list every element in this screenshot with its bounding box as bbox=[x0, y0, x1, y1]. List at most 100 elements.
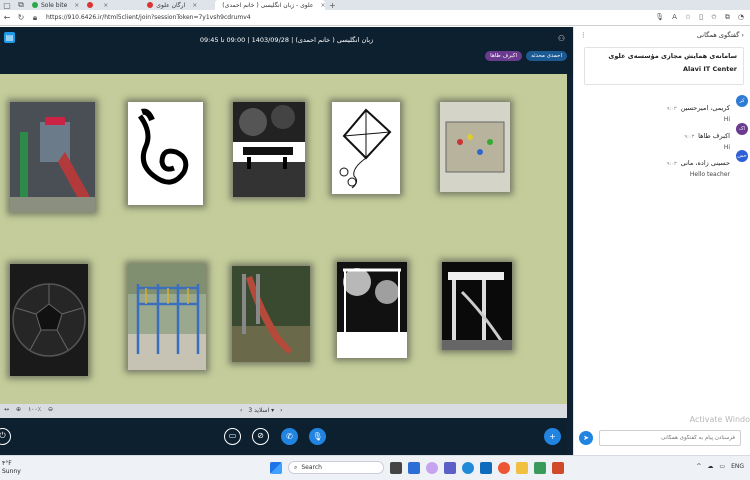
collections-icon[interactable]: ⧉ bbox=[725, 13, 730, 22]
close-icon[interactable]: × bbox=[74, 2, 79, 9]
slide-navigation-bar: ↔ ⊕ ۱۰۰٪ ⊖ ‹ اسلاید 3 ▾ › bbox=[0, 404, 567, 418]
fit-width-icon[interactable]: ↔ bbox=[4, 406, 9, 413]
task-view-icon[interactable] bbox=[390, 461, 402, 474]
slide-pager: ‹ اسلاید 3 ▾ › bbox=[240, 407, 283, 414]
meeting-app: ▤ زبان انگلیسی ( خانم احمدی) | 1403/09/2… bbox=[0, 27, 573, 455]
climbing-frame-image bbox=[128, 264, 206, 370]
battery-icon[interactable]: ▭ bbox=[719, 463, 725, 470]
weather-widget[interactable]: ۴°F Sunny bbox=[2, 460, 21, 476]
message-time: ۹:۰۳ bbox=[666, 106, 677, 112]
favicon-icon bbox=[32, 2, 38, 8]
presentation-slide bbox=[0, 74, 567, 404]
leave-icon[interactable]: ⏻ bbox=[0, 428, 11, 445]
favorites-bar-icon[interactable]: ✩ bbox=[711, 13, 717, 22]
chrome-icon[interactable] bbox=[498, 461, 510, 474]
slide-image bbox=[232, 266, 310, 362]
tab-actions-icon[interactable]: ▢ bbox=[0, 1, 14, 10]
sender-name: کریمی، امیرحسین bbox=[680, 104, 730, 112]
chat-title: گفتگوی همگانی › bbox=[696, 31, 744, 39]
zoom-out-icon[interactable]: ⊖ bbox=[48, 406, 53, 413]
park-bench-image bbox=[233, 102, 305, 197]
language-indicator[interactable]: ENG bbox=[731, 463, 744, 470]
new-tab-icon[interactable]: + bbox=[325, 1, 339, 10]
browser-toolbar: 🎙︎ A ☆ ▯ ✩ ⧉ ◔ bbox=[655, 13, 744, 22]
copilot-icon[interactable] bbox=[426, 461, 438, 474]
zoom-in-icon[interactable]: ⊕ bbox=[16, 406, 21, 413]
outlook-icon[interactable] bbox=[480, 461, 492, 474]
soccer-ball-image bbox=[10, 264, 88, 376]
search-icon: ⌕ bbox=[294, 463, 298, 471]
message-text: Hello teacher bbox=[689, 171, 730, 178]
mic-icon[interactable]: 🎙︎ bbox=[655, 13, 664, 22]
prev-slide-icon[interactable]: ‹ bbox=[240, 407, 242, 414]
zoom-level: ۱۰۰٪ bbox=[28, 406, 41, 413]
browser-tab-active[interactable]: علوی - زبان انگلیسی ( خانم احمدی) × bbox=[215, 0, 326, 10]
kite-image bbox=[332, 102, 400, 194]
file-explorer-icon[interactable] bbox=[516, 461, 528, 474]
chat-panel: ⋮ گفتگوی همگانی › سامانه‌ی همایش مجازی م… bbox=[573, 27, 750, 455]
presenter-pill[interactable]: احمدی محدثه bbox=[526, 51, 567, 61]
chat-message: حس حسینی زاده، مانی۹:۰۳ Hello teacher bbox=[590, 150, 748, 178]
avatar: اک bbox=[736, 123, 748, 135]
screen-share-icon[interactable]: ▭ bbox=[224, 428, 241, 445]
browser-tab[interactable]: × bbox=[83, 0, 143, 10]
cloud-icon[interactable]: ☁ bbox=[707, 463, 713, 470]
lock-icon: 🔒︎ bbox=[32, 12, 38, 22]
system-tray: ^ ☁ ▭ ENG bbox=[696, 463, 744, 470]
sender-name: اکبرف طاها bbox=[698, 132, 730, 140]
browser-tab[interactable]: Sole bite × bbox=[28, 0, 83, 10]
address-bar: ← ↻ 🔒︎ https://910.6426.ir/html5client/j… bbox=[0, 10, 750, 26]
chat-input[interactable] bbox=[599, 430, 741, 446]
camera-off-icon[interactable]: ⊘ bbox=[252, 428, 269, 445]
chat-header: ⋮ گفتگوی همگانی › bbox=[574, 27, 750, 43]
add-actions-icon[interactable]: + bbox=[544, 428, 561, 445]
message-time: ۹:۰۳ bbox=[684, 134, 695, 140]
taskbar-apps: ⌕ Search bbox=[270, 461, 564, 474]
send-icon[interactable]: ➤ bbox=[579, 431, 593, 445]
slide-select[interactable]: اسلاید 3 ▾ bbox=[248, 407, 274, 414]
meeting-controls-bar: ⏻ ▭ ⊘ ✆ 🎙︎ + bbox=[0, 418, 567, 455]
favorite-icon[interactable]: ☆ bbox=[685, 13, 691, 22]
profile-icon[interactable]: ◔ bbox=[738, 13, 744, 22]
phone-icon[interactable]: ✆ bbox=[281, 428, 298, 445]
swing-image bbox=[337, 262, 407, 358]
tab-list-icon[interactable]: ⧉ bbox=[14, 0, 28, 10]
avatar: حس bbox=[736, 150, 748, 162]
sandbox-image bbox=[440, 102, 510, 192]
message-text: Hi bbox=[723, 116, 730, 123]
read-aloud-icon[interactable]: A bbox=[672, 13, 677, 22]
meeting-title: زبان انگلیسی ( خانم احمدی) | 1403/09/28 … bbox=[199, 36, 374, 44]
url-field[interactable]: https://910.6426.ir/html5client/join?ses… bbox=[46, 14, 251, 21]
person-add-icon[interactable]: ⚇ bbox=[558, 34, 565, 43]
sender-name: حسینی زاده، مانی bbox=[680, 159, 730, 167]
close-icon[interactable]: × bbox=[192, 2, 197, 9]
notice-subtitle: Alavi IT Center bbox=[682, 65, 737, 73]
close-icon[interactable]: × bbox=[103, 2, 108, 9]
microphone-icon[interactable]: 🎙︎ bbox=[309, 428, 326, 445]
chat-message: اک اکبرف طاها۹:۰۳ Hi bbox=[590, 123, 748, 151]
widgets-icon[interactable] bbox=[408, 461, 420, 474]
teams-icon[interactable] bbox=[444, 461, 456, 474]
taskbar-search[interactable]: ⌕ Search bbox=[288, 461, 384, 474]
edge-icon[interactable] bbox=[462, 461, 474, 474]
chat-message: کر کریمی، امیرحسین۹:۰۳ Hi bbox=[590, 95, 748, 123]
store-icon[interactable] bbox=[534, 461, 546, 474]
browser-tab-bar: ▢ ⧉ Sole bite × × ارگان علوی × علوی - زبان… bbox=[0, 0, 750, 10]
activate-windows-watermark: Activate Windo bbox=[689, 415, 750, 424]
message-time: ۹:۰۳ bbox=[666, 161, 677, 167]
powerpoint-icon[interactable] bbox=[552, 461, 564, 474]
browser-tab[interactable]: ارگان علوی × bbox=[143, 0, 215, 10]
presenters-list: اکبرف طاها احمدی محدثه bbox=[485, 51, 567, 61]
windows-start-icon[interactable] bbox=[270, 461, 282, 474]
back-icon[interactable]: ← bbox=[0, 13, 14, 22]
next-slide-icon[interactable]: › bbox=[280, 407, 282, 414]
more-options-icon[interactable]: ⋮ bbox=[580, 31, 587, 39]
refresh-icon[interactable]: ↻ bbox=[14, 13, 28, 22]
split-screen-icon[interactable]: ▯ bbox=[699, 13, 703, 22]
presenter-pill[interactable]: اکبرف طاها bbox=[485, 51, 523, 61]
playground-dark-image bbox=[442, 262, 512, 350]
chevron-right-icon[interactable]: › bbox=[741, 31, 744, 39]
favicon-icon bbox=[147, 2, 154, 8]
chevron-up-icon[interactable]: ^ bbox=[696, 463, 701, 470]
spiral-image bbox=[128, 102, 203, 205]
